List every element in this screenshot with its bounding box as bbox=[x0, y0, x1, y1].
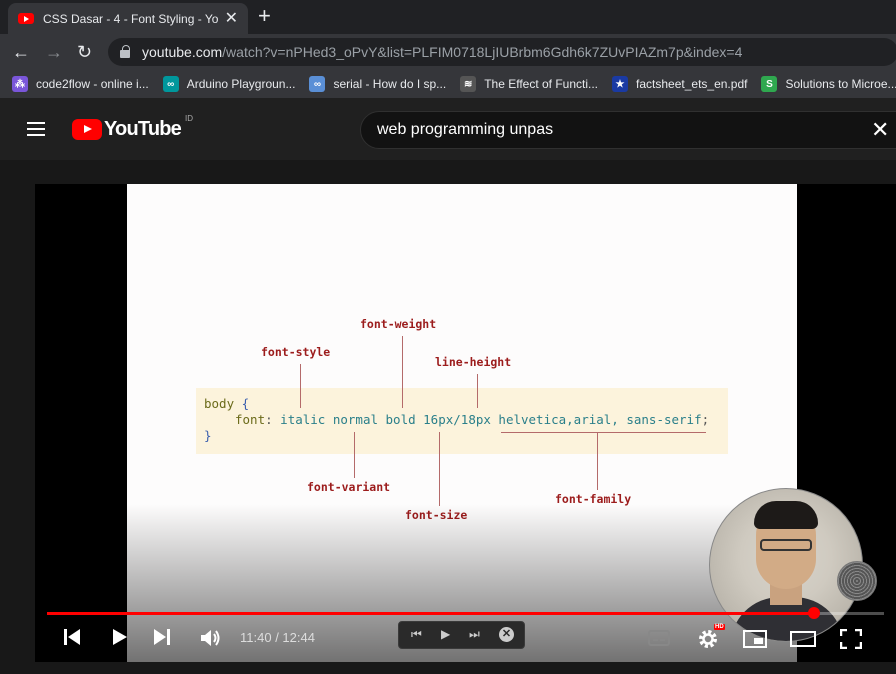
country-code: ID bbox=[184, 114, 193, 123]
bookmark-item[interactable]: ★ factsheet_ets_en.pdf bbox=[612, 76, 747, 92]
font-style-pointer bbox=[300, 364, 301, 408]
fullscreen-icon[interactable] bbox=[840, 629, 862, 649]
label-font-weight: font-weight bbox=[360, 317, 437, 331]
subtitles-icon[interactable] bbox=[648, 630, 670, 646]
clear-search-icon[interactable]: ✕ bbox=[871, 119, 889, 141]
menu-hamburger-icon[interactable] bbox=[27, 122, 45, 136]
slide-viewer-controls: ⏮ ▶ ⏭ ✕ bbox=[398, 621, 525, 649]
bookmark-item[interactable]: ∞ serial - How do I sp... bbox=[309, 76, 446, 92]
watch-page: body { font: italic normal bold 16px/18p… bbox=[0, 160, 896, 674]
progress-scrubber[interactable] bbox=[808, 607, 820, 619]
bookmark-label: Arduino Playgroun... bbox=[186, 77, 296, 91]
bookmark-item[interactable]: S Solutions to Microe... bbox=[761, 76, 896, 92]
presenter-webcam bbox=[709, 488, 863, 642]
progress-played[interactable] bbox=[47, 612, 814, 615]
bookmark-favicon-icon: ⁂ bbox=[12, 76, 28, 92]
browser-tab-active[interactable]: CSS Dasar - 4 - Font Styling - You ✕ bbox=[8, 3, 248, 34]
hd-badge: HD bbox=[714, 624, 725, 630]
time-separator: / bbox=[271, 630, 283, 645]
bookmark-favicon-icon: ∞ bbox=[162, 76, 179, 92]
close-tab-icon[interactable]: ✕ bbox=[225, 10, 238, 27]
microphone-icon bbox=[837, 561, 877, 601]
youtube-play-logo-icon bbox=[72, 119, 102, 140]
lock-icon[interactable] bbox=[120, 45, 130, 58]
youtube-logo[interactable]: YouTube ID bbox=[72, 114, 193, 141]
bookmark-favicon-icon: ∞ bbox=[309, 76, 326, 92]
bookmarks-bar: ⁂ code2flow - online i... ∞ Arduino Playgro… bbox=[0, 70, 896, 98]
rewind-icon[interactable]: ⏮ bbox=[411, 627, 422, 642]
bookmark-favicon-icon: S bbox=[761, 76, 778, 92]
url-host: youtube.com bbox=[142, 44, 223, 60]
youtube-header: YouTube ID web programming unpas ✕ bbox=[0, 98, 896, 160]
current-time: 11:40 bbox=[240, 630, 272, 645]
next-icon[interactable] bbox=[153, 628, 171, 646]
youtube-wordmark: YouTube bbox=[104, 118, 182, 140]
search-input[interactable]: web programming unpas ✕ bbox=[360, 111, 896, 149]
settings-gear-icon[interactable] bbox=[697, 628, 719, 650]
url-path: /watch?v=nPHed3_oPvY&list=PLFIM0718LjIUB… bbox=[222, 44, 743, 60]
browser-toolbar: ← → ↻ youtube.com/watch?v=nPHed3_oPvY&li… bbox=[0, 34, 896, 70]
font-variant-pointer bbox=[354, 432, 355, 478]
bookmark-label: serial - How do I sp... bbox=[333, 77, 447, 91]
play-icon[interactable] bbox=[110, 628, 128, 646]
bookmark-label: The Effect of Functi... bbox=[484, 77, 599, 91]
bookmark-item[interactable]: ⁂ code2flow - online i... bbox=[12, 76, 149, 92]
forward-arrow-icon[interactable]: → bbox=[45, 40, 63, 64]
previous-icon[interactable] bbox=[63, 628, 81, 646]
font-family-underline bbox=[501, 432, 706, 433]
line-height-pointer bbox=[477, 374, 478, 408]
video-player[interactable]: body { font: italic normal bold 16px/18p… bbox=[35, 184, 896, 662]
code-line-1: body { bbox=[204, 396, 250, 411]
new-tab-icon[interactable]: + bbox=[258, 5, 271, 27]
code-line-2: font: italic normal bold 16px/18px helve… bbox=[235, 412, 710, 427]
code-block: body { font: italic normal bold 16px/18p… bbox=[196, 388, 728, 454]
font-weight-pointer bbox=[402, 336, 403, 408]
mini-play-icon[interactable]: ▶ bbox=[441, 627, 450, 641]
bookmark-item[interactable]: ∞ Arduino Playgroun... bbox=[162, 76, 296, 92]
search-query-text[interactable]: web programming unpas bbox=[377, 121, 553, 139]
label-line-height: line-height bbox=[435, 355, 512, 369]
code-line-3: } bbox=[204, 428, 212, 443]
reload-icon[interactable]: ↻ bbox=[77, 40, 92, 64]
font-family-pointer bbox=[597, 432, 598, 490]
address-bar[interactable]: youtube.com/watch?v=nPHed3_oPvY&list=PLF… bbox=[108, 38, 896, 66]
miniplayer-icon[interactable] bbox=[743, 630, 767, 648]
youtube-favicon-icon bbox=[18, 13, 34, 24]
url-text[interactable]: youtube.com/watch?v=nPHed3_oPvY&list=PLF… bbox=[142, 44, 742, 60]
volume-icon[interactable] bbox=[200, 628, 222, 648]
back-arrow-icon[interactable]: ← bbox=[12, 40, 30, 64]
bookmark-label: code2flow - online i... bbox=[36, 77, 149, 91]
browser-tab-strip: CSS Dasar - 4 - Font Styling - You ✕ + bbox=[0, 0, 896, 34]
font-size-pointer bbox=[439, 432, 440, 506]
close-circle-icon[interactable]: ✕ bbox=[499, 627, 514, 642]
duration: 12:44 bbox=[282, 630, 315, 645]
theater-mode-icon[interactable] bbox=[790, 630, 816, 648]
tab-title: CSS Dasar - 4 - Font Styling - You bbox=[43, 11, 219, 26]
bookmark-favicon-icon: ≋ bbox=[460, 76, 477, 92]
bookmark-label: factsheet_ets_en.pdf bbox=[636, 77, 748, 91]
label-font-style: font-style bbox=[261, 345, 331, 359]
bookmark-item[interactable]: ≋ The Effect of Functi... bbox=[460, 76, 598, 92]
bookmark-favicon-icon: ★ bbox=[612, 76, 629, 92]
label-font-variant: font-variant bbox=[307, 480, 391, 494]
fast-forward-icon[interactable]: ⏭ bbox=[469, 627, 480, 642]
time-display: 11:40 / 12:44 bbox=[240, 630, 315, 645]
bookmark-label: Solutions to Microe... bbox=[785, 77, 896, 91]
